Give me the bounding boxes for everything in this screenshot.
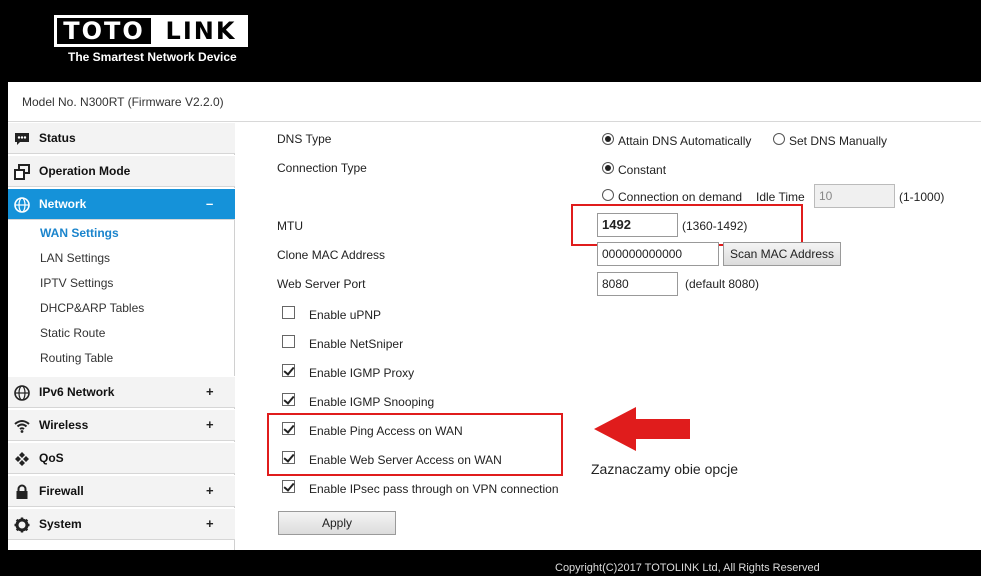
igmp-proxy-checkbox[interactable]: [282, 364, 295, 377]
ipsec-passthrough-label: Enable IPsec pass through on VPN connect…: [309, 482, 559, 496]
qos-icon: [15, 452, 29, 466]
menu-ipv6-network[interactable]: IPv6 Network +: [8, 376, 235, 408]
footer: Copyright(C)2017 TOTOLINK Ltd, All Right…: [0, 550, 981, 576]
menu-operation-mode[interactable]: Operation Mode: [8, 155, 235, 187]
menu-label: System: [39, 517, 82, 531]
ipsec-passthrough-checkbox[interactable]: [282, 480, 295, 493]
main-frame: Model No. N300RT (Firmware V2.2.0) Statu…: [8, 82, 981, 550]
header: TOTO LINK The Smartest Network Device: [0, 0, 981, 82]
logo-link: LINK: [154, 15, 248, 47]
web-server-port-hint: (default 8080): [685, 277, 760, 291]
igmp-snooping-checkbox[interactable]: [282, 393, 295, 406]
model-bar: Model No. N300RT (Firmware V2.2.0): [8, 82, 981, 122]
menu-label: Network: [39, 197, 87, 211]
connection-demand-label: Connection on demand: [618, 190, 743, 204]
menu-label: QoS: [39, 451, 64, 465]
web-server-port-label: Web Server Port: [277, 277, 366, 291]
expand-toggle[interactable]: +: [206, 516, 214, 531]
gear-icon: [14, 517, 30, 533]
menu-status[interactable]: Status: [8, 122, 235, 154]
logo-toto: TOTO: [54, 15, 154, 47]
menu-system[interactable]: System +: [8, 508, 235, 540]
dns-manual-radio[interactable]: [773, 133, 785, 145]
red-arrow-icon: [594, 407, 690, 451]
menu-label: Firewall: [39, 484, 84, 498]
scan-mac-button[interactable]: Scan MAC Address: [723, 242, 841, 266]
menu-qos[interactable]: QoS: [8, 442, 235, 474]
igmp-proxy-label: Enable IGMP Proxy: [309, 366, 415, 380]
upnp-label: Enable uPNP: [309, 308, 382, 322]
igmp-snooping-label: Enable IGMP Snooping: [309, 395, 435, 409]
wan-options-highlight-box: [267, 413, 563, 476]
globe-icon: [14, 385, 30, 401]
menu-firewall[interactable]: Firewall +: [8, 475, 235, 507]
menu-label: IPv6 Network: [39, 385, 115, 399]
menu-label: Operation Mode: [39, 164, 131, 178]
web-server-port-input[interactable]: 8080: [597, 272, 678, 296]
clone-mac-input[interactable]: 000000000000: [597, 242, 719, 266]
annotation-text: Zaznaczamy obie opcje: [591, 461, 739, 477]
submenu-wan-settings[interactable]: WAN Settings: [40, 226, 119, 240]
idle-time-label: Idle Time: [756, 190, 805, 204]
connection-constant-radio[interactable]: [602, 162, 614, 174]
expand-toggle[interactable]: +: [206, 417, 214, 432]
submenu-dhcp-arp-tables[interactable]: DHCP&ARP Tables: [40, 301, 144, 315]
expand-toggle[interactable]: +: [206, 483, 214, 498]
submenu-static-route[interactable]: Static Route: [40, 326, 105, 340]
connection-constant-label: Constant: [618, 163, 667, 177]
sidebar: Status Operation Mode Network – WAN Sett…: [8, 122, 235, 550]
netsniper-checkbox[interactable]: [282, 335, 295, 348]
dns-auto-label: Attain DNS Automatically: [618, 134, 752, 148]
upnp-checkbox[interactable]: [282, 306, 295, 319]
mtu-label: MTU: [277, 219, 303, 233]
netsniper-label: Enable NetSniper: [309, 337, 404, 351]
dns-auto-radio[interactable]: [602, 133, 614, 145]
menu-label: Status: [39, 131, 76, 145]
window-icon: [14, 164, 30, 180]
totolink-logo: TOTO LINK: [54, 15, 248, 47]
dns-type-label: DNS Type: [277, 132, 332, 146]
clone-mac-label: Clone MAC Address: [277, 248, 386, 262]
connection-demand-radio[interactable]: [602, 189, 614, 201]
connection-type-label: Connection Type: [277, 161, 367, 175]
globe-icon: [14, 197, 30, 213]
idle-time-range: (1-1000): [899, 190, 945, 204]
lock-icon: [16, 484, 28, 499]
menu-wireless[interactable]: Wireless +: [8, 409, 235, 441]
menu-network[interactable]: Network –: [8, 188, 235, 220]
submenu-routing-table[interactable]: Routing Table: [40, 351, 113, 365]
copyright-text: Copyright(C)2017 TOTOLINK Ltd, All Right…: [555, 562, 820, 574]
model-number: Model No. N300RT (Firmware V2.2.0): [22, 95, 224, 109]
submenu-iptv-settings[interactable]: IPTV Settings: [40, 276, 113, 290]
tagline: The Smartest Network Device: [68, 50, 237, 64]
submenu-lan-settings[interactable]: LAN Settings: [40, 251, 110, 265]
menu-label: Wireless: [39, 418, 89, 432]
dns-manual-label: Set DNS Manually: [789, 134, 888, 148]
expand-toggle[interactable]: +: [206, 384, 214, 399]
wan-settings-form: DNS Type Attain DNS Automatically Set DN…: [236, 122, 981, 550]
wifi-icon: [14, 420, 30, 433]
chat-icon: [15, 133, 29, 145]
mtu-highlight-box: [571, 204, 803, 246]
apply-button[interactable]: Apply: [278, 511, 396, 535]
collapse-toggle[interactable]: –: [206, 196, 213, 211]
idle-time-input[interactable]: 10: [814, 184, 895, 208]
